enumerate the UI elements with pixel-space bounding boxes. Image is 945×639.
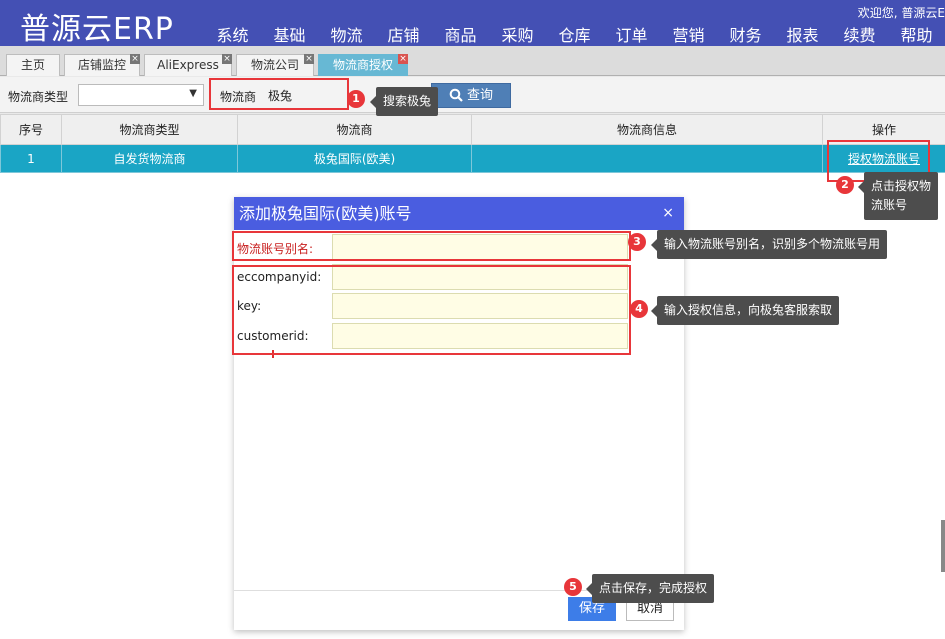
annotation-tooltip: 输入物流账号别名，识别多个物流账号用 <box>650 230 888 259</box>
annotation-tooltip: 搜索极兔 <box>369 87 439 116</box>
scrollbar[interactable] <box>941 520 945 572</box>
search-button[interactable]: 查询 <box>431 83 511 108</box>
column-header: 序号 <box>0 114 62 145</box>
annotation-tooltip: 输入授权信息，向极兔客服索取 <box>650 296 840 325</box>
tab-logistics-authorization[interactable]: 物流商授权 × <box>318 54 408 76</box>
tab-label: AliExpress <box>157 58 219 72</box>
search-button-label: 查询 <box>466 88 493 103</box>
nav-item-finance[interactable]: 财务 <box>717 22 774 46</box>
filter-bar: 物流商类型 ▼ 物流商 查询 <box>0 77 945 113</box>
step-badge: 2 <box>836 176 854 194</box>
row-provider-type: 自发货物流商 <box>61 144 238 173</box>
step-badge: 5 <box>564 578 582 596</box>
row-index: 1 <box>0 144 62 173</box>
tab-logistics-company[interactable]: 物流公司 × <box>236 54 314 76</box>
provider-table: 序号 物流商类型 物流商 物流商信息 操作 1 自发货物流商 极兔国际(欧美) … <box>0 114 945 173</box>
step-badge: 1 <box>347 90 365 108</box>
tab-home[interactable]: 主页 <box>6 54 60 76</box>
column-header: 物流商类型 <box>61 114 238 145</box>
step-badge: 3 <box>628 233 646 251</box>
annotation-tooltip: 点击保存，完成授权 <box>585 574 715 603</box>
highlight-box-alias <box>232 231 631 261</box>
top-header: 普源云ERP 欢迎您, 普源云E 系统 基础 物流 店铺 商品 采购 仓库 订单… <box>0 0 945 47</box>
nav-item-renew[interactable]: 续费 <box>831 22 888 46</box>
row-provider-info <box>471 144 823 173</box>
welcome-text: 欢迎您, 普源云E <box>857 6 945 20</box>
nav-item-marketing[interactable]: 营销 <box>660 22 717 46</box>
nav-item-product[interactable]: 商品 <box>432 22 489 46</box>
nav-item-purchase[interactable]: 采购 <box>489 22 546 46</box>
column-header: 物流商 <box>237 114 472 145</box>
app-logo: 普源云ERP <box>20 12 174 47</box>
dialog-title: 添加极兔国际(欧美)账号 <box>239 204 412 223</box>
nav-item-warehouse[interactable]: 仓库 <box>546 22 603 46</box>
highlight-box-search <box>209 78 349 110</box>
nav-item-basic[interactable]: 基础 <box>261 22 318 46</box>
tab-store-monitor[interactable]: 店铺监控 × <box>64 54 140 76</box>
chevron-down-icon: ▼ <box>189 88 197 99</box>
table-header-row: 序号 物流商类型 物流商 物流商信息 操作 <box>0 114 945 145</box>
tab-label: 主页 <box>20 58 45 72</box>
search-icon <box>449 88 463 102</box>
close-icon[interactable]: × <box>130 54 140 64</box>
nav-item-order[interactable]: 订单 <box>603 22 660 46</box>
close-icon[interactable]: × <box>222 54 232 64</box>
nav-item-system[interactable]: 系统 <box>204 22 261 46</box>
nav-item-report[interactable]: 报表 <box>774 22 831 46</box>
column-header: 物流商信息 <box>471 114 823 145</box>
step-badge: 4 <box>630 300 648 318</box>
row-provider: 极兔国际(欧美) <box>237 144 472 173</box>
close-icon[interactable]: × <box>304 54 314 64</box>
tab-aliexpress[interactable]: AliExpress × <box>144 54 232 76</box>
tab-label: 店铺监控 <box>77 58 126 72</box>
nav-item-logistics[interactable]: 物流 <box>318 22 375 46</box>
main-nav: 系统 基础 物流 店铺 商品 采购 仓库 订单 营销 财务 报表 续费 帮助 <box>204 22 945 46</box>
tab-label: 物流公司 <box>250 58 299 72</box>
dialog-header: 添加极兔国际(欧美)账号 × <box>234 197 684 230</box>
tab-bar: 主页 店铺监控 × AliExpress × 物流公司 × 物流商授权 × <box>0 46 945 76</box>
table-row[interactable]: 1 自发货物流商 极兔国际(欧美) 授权物流账号 <box>0 144 945 173</box>
provider-type-select[interactable]: ▼ <box>78 84 204 106</box>
tab-label: 物流商授权 <box>332 58 393 72</box>
add-account-dialog: 添加极兔国际(欧美)账号 × 物流账号别名: eccompanyid: key:… <box>234 197 684 630</box>
close-icon[interactable]: × <box>662 197 674 230</box>
provider-type-label: 物流商类型 <box>8 90 69 104</box>
close-icon[interactable]: × <box>398 54 408 64</box>
annotation-tooltip: 点击授权物 流账号 <box>857 172 939 220</box>
highlight-box-credentials <box>232 265 631 355</box>
nav-item-help[interactable]: 帮助 <box>888 22 945 46</box>
nav-item-store[interactable]: 店铺 <box>375 22 432 46</box>
